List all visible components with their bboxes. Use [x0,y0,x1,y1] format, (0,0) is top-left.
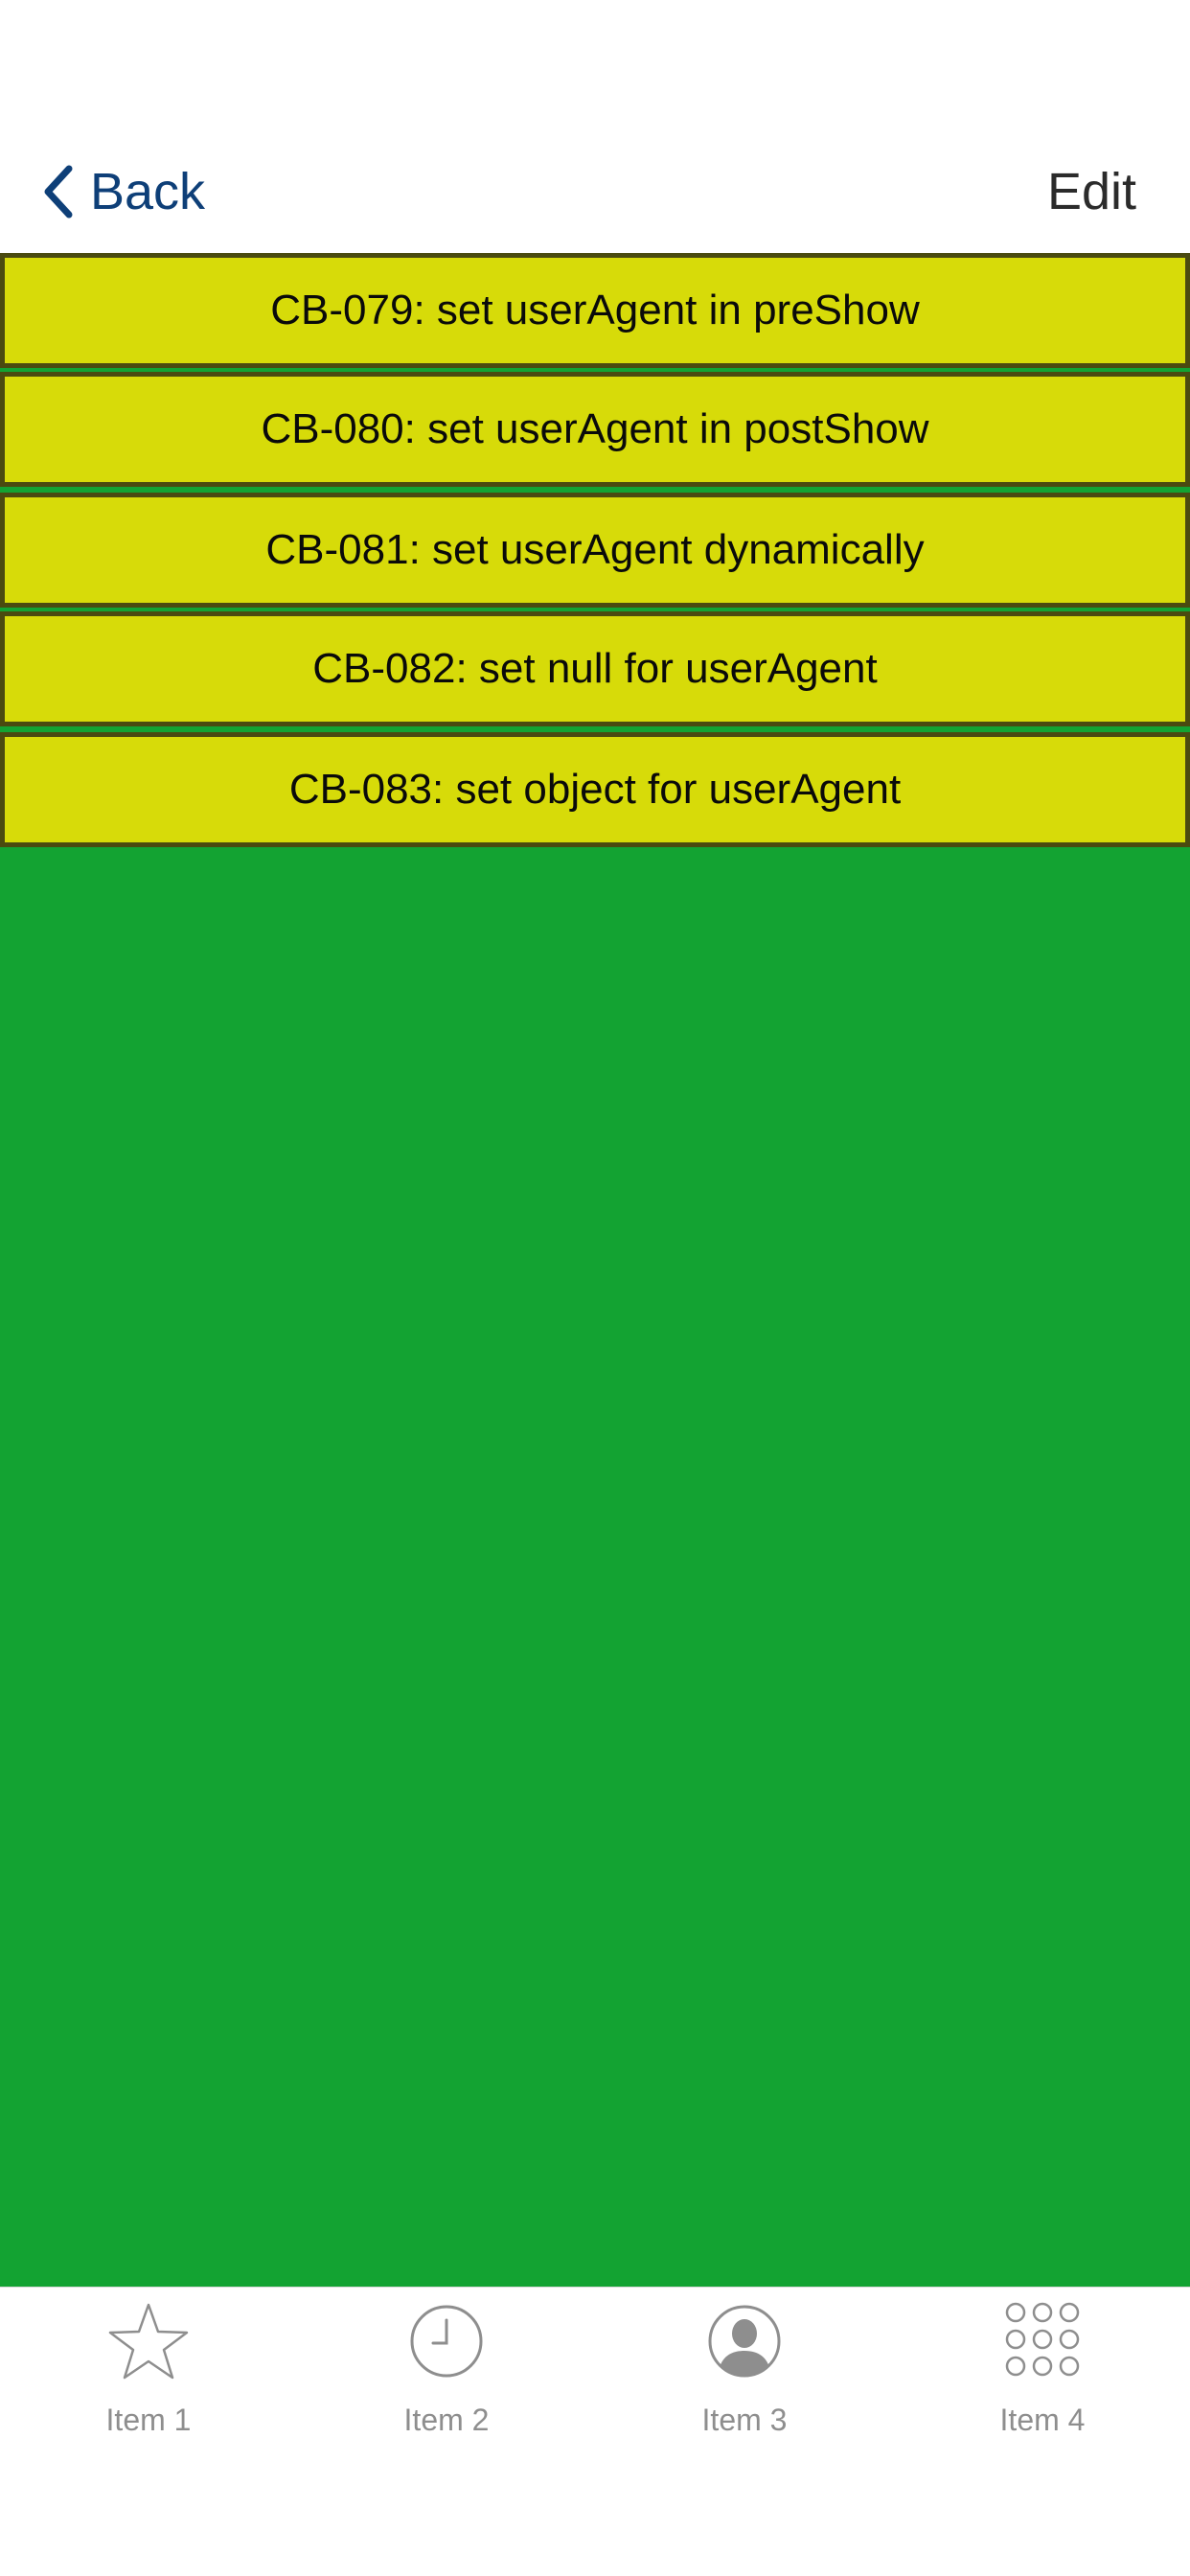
grid-icon [1005,2302,1080,2377]
tab-bar: Item 1 Item 2 Item 3 Item 4 [0,2287,1190,2576]
tab-item-1[interactable]: Item 1 [53,2301,244,2445]
list-item-label: CB-081: set userAgent dynamically [265,526,925,573]
list-item[interactable]: CB-080: set userAgent in postShow [0,372,1190,487]
list-item[interactable]: CB-083: set object for userAgent [0,732,1190,847]
list-item-label: CB-080: set userAgent in postShow [261,405,929,452]
list-item-label: CB-082: set null for userAgent [312,645,878,692]
chevron-left-icon [44,165,73,218]
tab-item-1-label: Item 1 [105,2403,192,2437]
content-area: CB-079: set userAgent in preShow CB-080:… [0,253,1190,2287]
list-item-label: CB-083: set object for userAgent [288,766,902,813]
clock-icon [410,2305,483,2378]
tab-item-3-label: Item 3 [701,2403,788,2437]
list-item[interactable]: CB-079: set userAgent in preShow [0,253,1190,368]
tab-item-4[interactable]: Item 4 [947,2301,1138,2445]
tab-item-4-label: Item 4 [999,2403,1086,2437]
back-button-label: Back [90,163,206,220]
list-item-label: CB-079: set userAgent in preShow [270,287,920,334]
star-icon [108,2303,189,2380]
tab-item-2-label: Item 2 [403,2403,490,2437]
person-icon [708,2305,781,2378]
list-item[interactable]: CB-082: set null for userAgent [0,611,1190,726]
tab-item-2[interactable]: Item 2 [351,2301,542,2445]
list-item[interactable]: CB-081: set userAgent dynamically [0,493,1190,608]
navigation-bar: Back Edit [0,0,1190,253]
edit-button[interactable]: Edit [1047,153,1136,230]
back-button[interactable]: Back [42,153,205,230]
tab-item-3[interactable]: Item 3 [649,2301,840,2445]
